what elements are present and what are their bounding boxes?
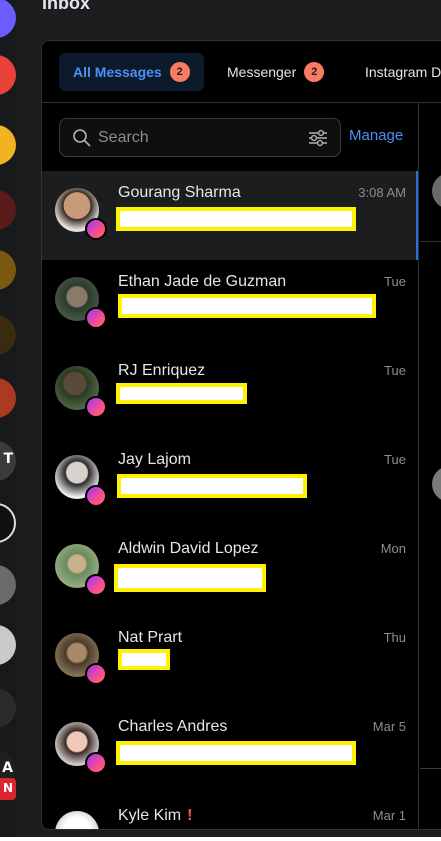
tab-label: Messenger [227, 64, 297, 80]
message-time: Mon [380, 541, 406, 556]
avatar [55, 811, 99, 829]
contact-name-text: Kyle Kim [118, 807, 182, 824]
conversation-item[interactable]: Kyle Kim! Mar 1 [42, 794, 418, 829]
rail-page-avatar[interactable] [0, 250, 16, 290]
filter-sliders-icon[interactable] [308, 129, 328, 147]
contact-name: Aldwin David Lopez [118, 540, 259, 557]
conversation-item[interactable]: Nat Prart Thu [42, 616, 418, 705]
conversation-item[interactable]: Jay Lajom Tue [42, 438, 418, 527]
rail-page-avatar[interactable] [0, 190, 16, 230]
inbox-tabs: All Messages 2 Messenger 2 Instagram D [42, 41, 441, 103]
redacted-preview [116, 741, 356, 765]
rail-page-avatar[interactable] [0, 378, 16, 418]
messenger-icon [85, 752, 107, 774]
conversation-item[interactable]: Gourang Sharma 3:08 AM [42, 171, 418, 260]
rail-avatar-letter: N [2, 781, 13, 795]
manage-link[interactable]: Manage [349, 127, 403, 144]
message-time: Thu [383, 630, 406, 645]
redacted-preview [117, 474, 307, 498]
search-input[interactable] [98, 127, 288, 149]
page-title: Inbox [42, 0, 90, 13]
redacted-preview [118, 294, 376, 318]
redacted-preview [116, 207, 356, 231]
unread-count-badge: 2 [304, 62, 325, 82]
contact-name: Jay Lajom [118, 451, 191, 468]
tab-label: Instagram D [365, 64, 441, 80]
contact-name: Nat Prart [118, 629, 183, 646]
avatar [432, 466, 441, 502]
tab-instagram-direct[interactable]: Instagram D [365, 53, 441, 91]
redacted-preview [116, 383, 247, 404]
rail-page-avatar[interactable] [0, 503, 16, 543]
contact-name: RJ Enriquez [118, 362, 206, 379]
messenger-icon [85, 307, 107, 329]
messenger-icon [85, 396, 107, 418]
rail-page-avatar[interactable]: T [0, 441, 16, 481]
rail-page-avatar[interactable] [0, 55, 16, 95]
contact-name: Ethan Jade de Guzman [118, 273, 287, 290]
rail-page-avatar[interactable] [0, 688, 16, 728]
rail-page-avatar[interactable] [0, 565, 16, 605]
messenger-icon [85, 574, 107, 596]
alert-icon: ! [187, 807, 193, 824]
rail-page-avatar[interactable] [0, 625, 16, 665]
message-time: 3:08 AM [358, 185, 406, 200]
conversation-item[interactable]: RJ Enriquez Tue [42, 349, 418, 438]
contact-name: Gourang Sharma [118, 184, 241, 201]
rail-page-avatar[interactable] [0, 315, 16, 355]
contact-name: Kyle Kim! [118, 807, 192, 825]
conversation-detail-pane [420, 103, 441, 829]
message-time: Mar 5 [372, 719, 406, 734]
messenger-icon [85, 218, 107, 240]
tab-messenger[interactable]: Messenger 2 [227, 53, 325, 91]
inbox-app: T A N Inbox All Messages 2 Messenger 2 I… [0, 0, 441, 837]
inbox-panel: All Messages 2 Messenger 2 Instagram D S… [41, 40, 441, 830]
message-time: Tue [384, 363, 406, 378]
message-time: Mar 1 [372, 808, 406, 823]
rail-page-avatar[interactable]: N [0, 778, 16, 800]
redacted-preview [118, 649, 170, 670]
messenger-icon [85, 663, 107, 685]
redacted-preview [114, 564, 266, 592]
contact-name: Charles Andres [118, 718, 228, 735]
rail-avatar-letter: A [2, 760, 13, 776]
conversation-item[interactable]: Charles Andres Mar 5 [42, 705, 418, 794]
divider [420, 241, 441, 242]
search-icon [73, 129, 91, 147]
message-time: Tue [384, 274, 406, 289]
messenger-icon [85, 485, 107, 507]
rail-avatar-letter: T [3, 451, 13, 467]
page-switcher-rail: T A N [0, 0, 16, 837]
rail-page-avatar[interactable] [0, 125, 16, 165]
tab-label: All Messages [73, 64, 162, 80]
divider [420, 768, 441, 769]
conversation-item[interactable]: Ethan Jade de Guzman Tue [42, 260, 418, 349]
message-time: Tue [384, 452, 406, 467]
column-divider [418, 103, 419, 829]
avatar [432, 173, 441, 209]
conversation-item[interactable]: Aldwin David Lopez Mon [42, 527, 418, 616]
tab-all-messages[interactable]: All Messages 2 [59, 53, 204, 91]
unread-count-badge: 2 [169, 62, 190, 82]
rail-page-avatar[interactable] [0, 0, 16, 38]
search-box[interactable] [59, 118, 341, 157]
